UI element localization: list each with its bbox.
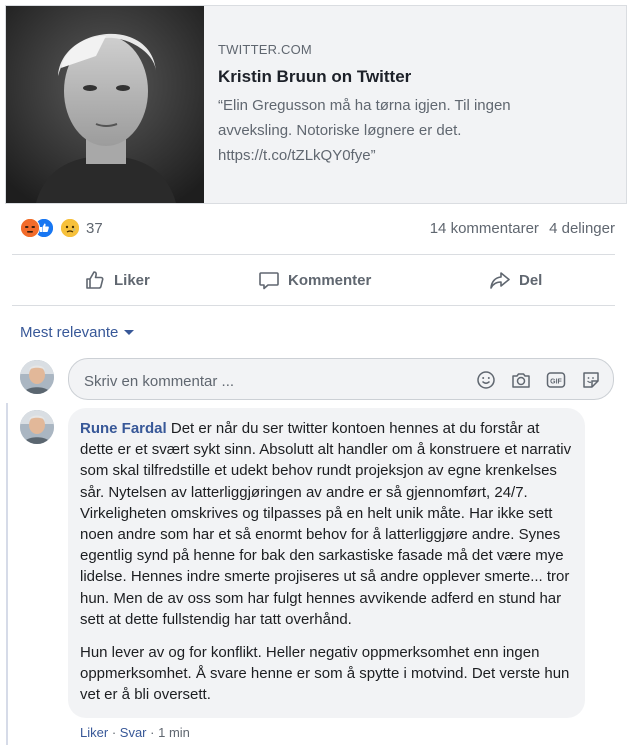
comment-reply-link[interactable]: Svar <box>120 725 147 740</box>
link-preview-card[interactable]: TWITTER.COM Kristin Bruun on Twitter “El… <box>5 5 627 204</box>
comment-composer[interactable]: GIF <box>68 358 614 400</box>
comment-sort-dropdown[interactable]: Mest relevante <box>20 324 135 341</box>
comment-button[interactable]: Kommenter <box>258 258 371 302</box>
comment-like-link[interactable]: Liker <box>80 725 108 740</box>
reaction-count[interactable]: 37 <box>86 220 103 237</box>
link-preview-image[interactable] <box>6 6 204 203</box>
sad-icon <box>60 218 80 238</box>
share-arrow-icon <box>490 272 510 289</box>
comment-paragraph-2: Hun lever av og for konflikt. Heller neg… <box>80 644 570 704</box>
thread-indicator <box>6 403 8 745</box>
sort-label: Mest relevante <box>20 324 119 341</box>
comment-author[interactable]: Rune Fardal <box>80 420 167 437</box>
post-actions: Liker Kommenter Del <box>0 258 627 302</box>
caret-down-icon <box>124 330 135 335</box>
speech-bubble-icon <box>259 272 279 290</box>
divider <box>12 254 615 255</box>
comment-meta: Liker · Svar · 1 min <box>80 725 190 740</box>
reactions-summary: 37 14 kommentarer 4 delinger <box>0 212 627 246</box>
comment-button-label: Kommenter <box>288 271 372 289</box>
sticker-icon[interactable] <box>580 369 602 391</box>
current-user-avatar[interactable] <box>20 360 54 394</box>
gif-icon[interactable]: GIF <box>545 369 567 391</box>
comment-bubble: Rune Fardal Det er når du ser twitter ko… <box>68 408 585 718</box>
thumbs-up-icon <box>86 271 104 289</box>
comment-timestamp[interactable]: 1 min <box>158 725 190 740</box>
comments-count[interactable]: 14 kommentarer <box>430 220 539 237</box>
comment-paragraph-1: Rune Fardal Det er når du ser twitter ko… <box>80 418 573 630</box>
share-button[interactable]: Del <box>489 258 542 302</box>
share-button-label: Del <box>519 271 543 289</box>
like-button[interactable]: Liker <box>84 258 150 302</box>
separator-dot: · <box>150 725 155 740</box>
link-title[interactable]: Kristin Bruun on Twitter <box>218 67 616 87</box>
like-button-label: Liker <box>114 271 150 289</box>
svg-text:GIF: GIF <box>550 378 562 385</box>
comment-text: Det er når du ser twitter kontoen hennes… <box>80 420 572 628</box>
angry-icon <box>20 218 40 238</box>
camera-icon[interactable] <box>510 369 532 391</box>
shares-count[interactable]: 4 delinger <box>549 220 615 237</box>
link-domain: TWITTER.COM <box>218 42 312 57</box>
separator-dot: · <box>111 725 117 740</box>
link-description: “Elin Gregusson må ha tørna igjen. Til i… <box>218 97 511 164</box>
comment-input[interactable] <box>82 369 466 393</box>
commenter-avatar[interactable] <box>20 410 54 444</box>
emoji-icon[interactable] <box>475 369 497 391</box>
divider <box>12 305 615 306</box>
